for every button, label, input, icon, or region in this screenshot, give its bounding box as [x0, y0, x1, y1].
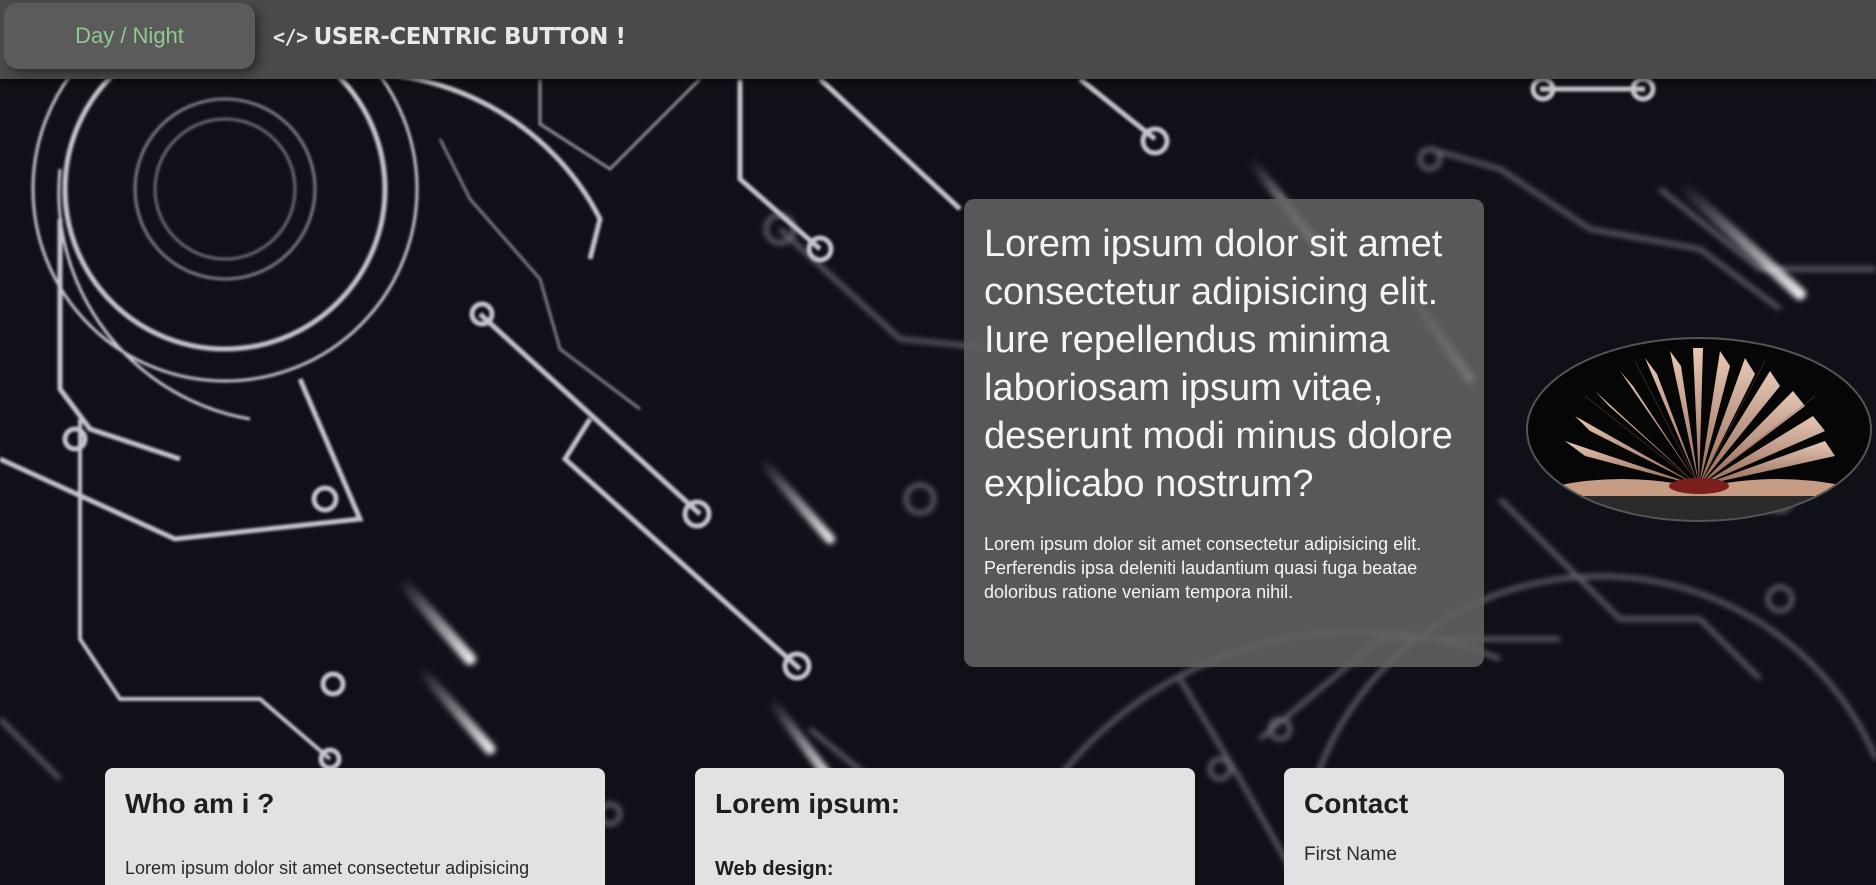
first-name-label: First Name [1304, 844, 1397, 865]
brand[interactable]: </> USER-CENTRIC BUTTON ! [273, 20, 626, 54]
open-book-image [1526, 337, 1872, 522]
about-card-title: Who am i ? [125, 788, 275, 819]
services-card-subtitle: Web design: [715, 858, 834, 880]
code-icon: </> [273, 25, 308, 49]
brand-text: USER-CENTRIC BUTTON ! [313, 24, 626, 50]
services-card: Lorem ipsum: Web design: [695, 768, 1195, 885]
hero-title: Lorem ipsum dolor sit amet consectetur a… [984, 223, 1453, 505]
about-card-text: Lorem ipsum dolor sit amet consectetur a… [125, 858, 530, 878]
hero-card: Lorem ipsum dolor sit amet consectetur a… [964, 199, 1484, 667]
about-card: Who am i ? Lorem ipsum dolor sit amet co… [105, 768, 605, 885]
contact-card-title: Contact [1304, 788, 1409, 819]
services-card-title: Lorem ipsum: [715, 788, 901, 819]
top-bar: Day / Night </> USER-CENTRIC BUTTON ! [0, 0, 1876, 79]
day-night-toggle-button[interactable]: Day / Night [4, 3, 255, 69]
hero-text: Lorem ipsum dolor sit amet consectetur a… [984, 534, 1422, 602]
day-night-toggle-label: Day / Night [75, 23, 184, 48]
contact-card: Contact First Name [1284, 768, 1784, 885]
